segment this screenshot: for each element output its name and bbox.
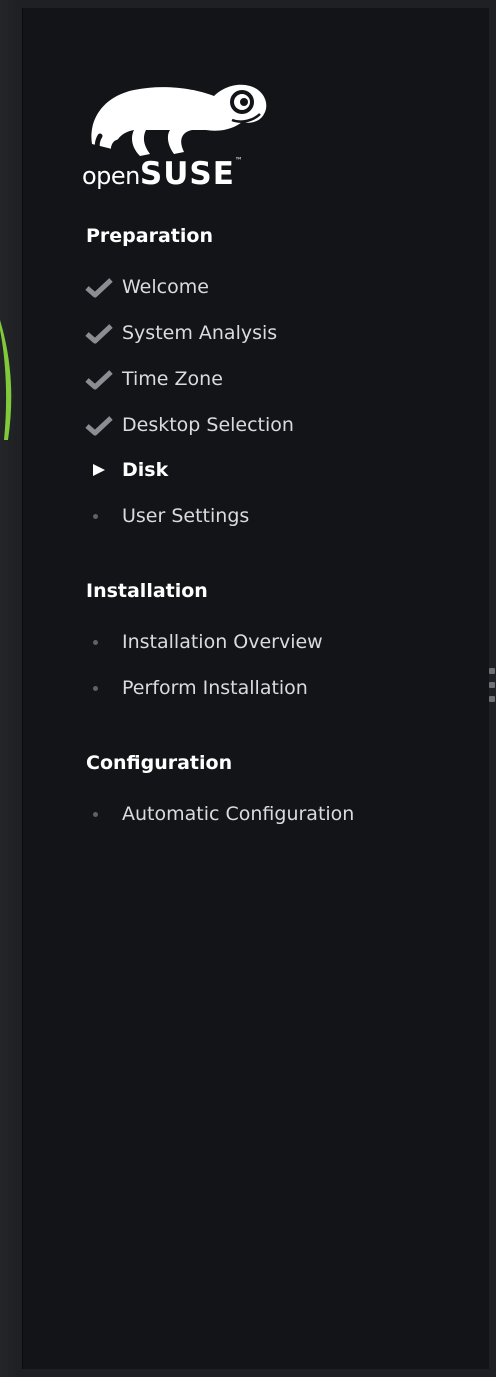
step-label: Disk [122,459,169,481]
step-time-zone: Time Zone [76,364,456,394]
opensuse-wordmark: openSUSE™ [82,156,243,192]
step-automatic-configuration: Automatic Configuration [76,799,456,829]
step-disk: Disk [76,455,456,485]
section-title-preparation: Preparation [86,225,213,247]
current-step-arrow-icon [76,455,122,485]
bullet-icon [76,501,122,531]
checkmark-icon [76,318,122,348]
opensuse-logo: openSUSE™ [82,74,272,194]
step-label: Time Zone [122,368,223,390]
step-label: Welcome [122,276,209,298]
background-edge [0,0,22,1377]
step-label: Automatic Configuration [122,803,355,825]
step-label: Desktop Selection [122,414,294,436]
green-swoosh-decoration [0,320,12,440]
section-title-configuration: Configuration [86,752,233,774]
installer-window: openSUSE™ Preparation Welcome System Ana… [0,0,496,1377]
section-title-installation: Installation [86,580,208,602]
bullet-icon [76,627,122,657]
step-system-analysis: System Analysis [76,318,456,348]
step-label: User Settings [122,505,250,527]
step-installation-overview: Installation Overview [76,627,456,657]
step-welcome: Welcome [76,272,456,302]
resize-handle[interactable] [488,668,496,712]
logo-suse-text: SUSE [139,156,235,192]
chameleon-icon [91,84,267,165]
logo-trademark: ™ [234,156,243,165]
step-desktop-selection: Desktop Selection [76,410,456,440]
logo-open-text: open [82,162,140,190]
step-label: System Analysis [122,322,278,344]
bullet-icon [76,799,122,829]
checkmark-icon [76,272,122,302]
step-perform-installation: Perform Installation [76,673,456,703]
bullet-icon [76,673,122,703]
checkmark-icon [76,410,122,440]
step-user-settings: User Settings [76,501,456,531]
step-label: Installation Overview [122,631,323,653]
step-label: Perform Installation [122,677,308,699]
checkmark-icon [76,364,122,394]
